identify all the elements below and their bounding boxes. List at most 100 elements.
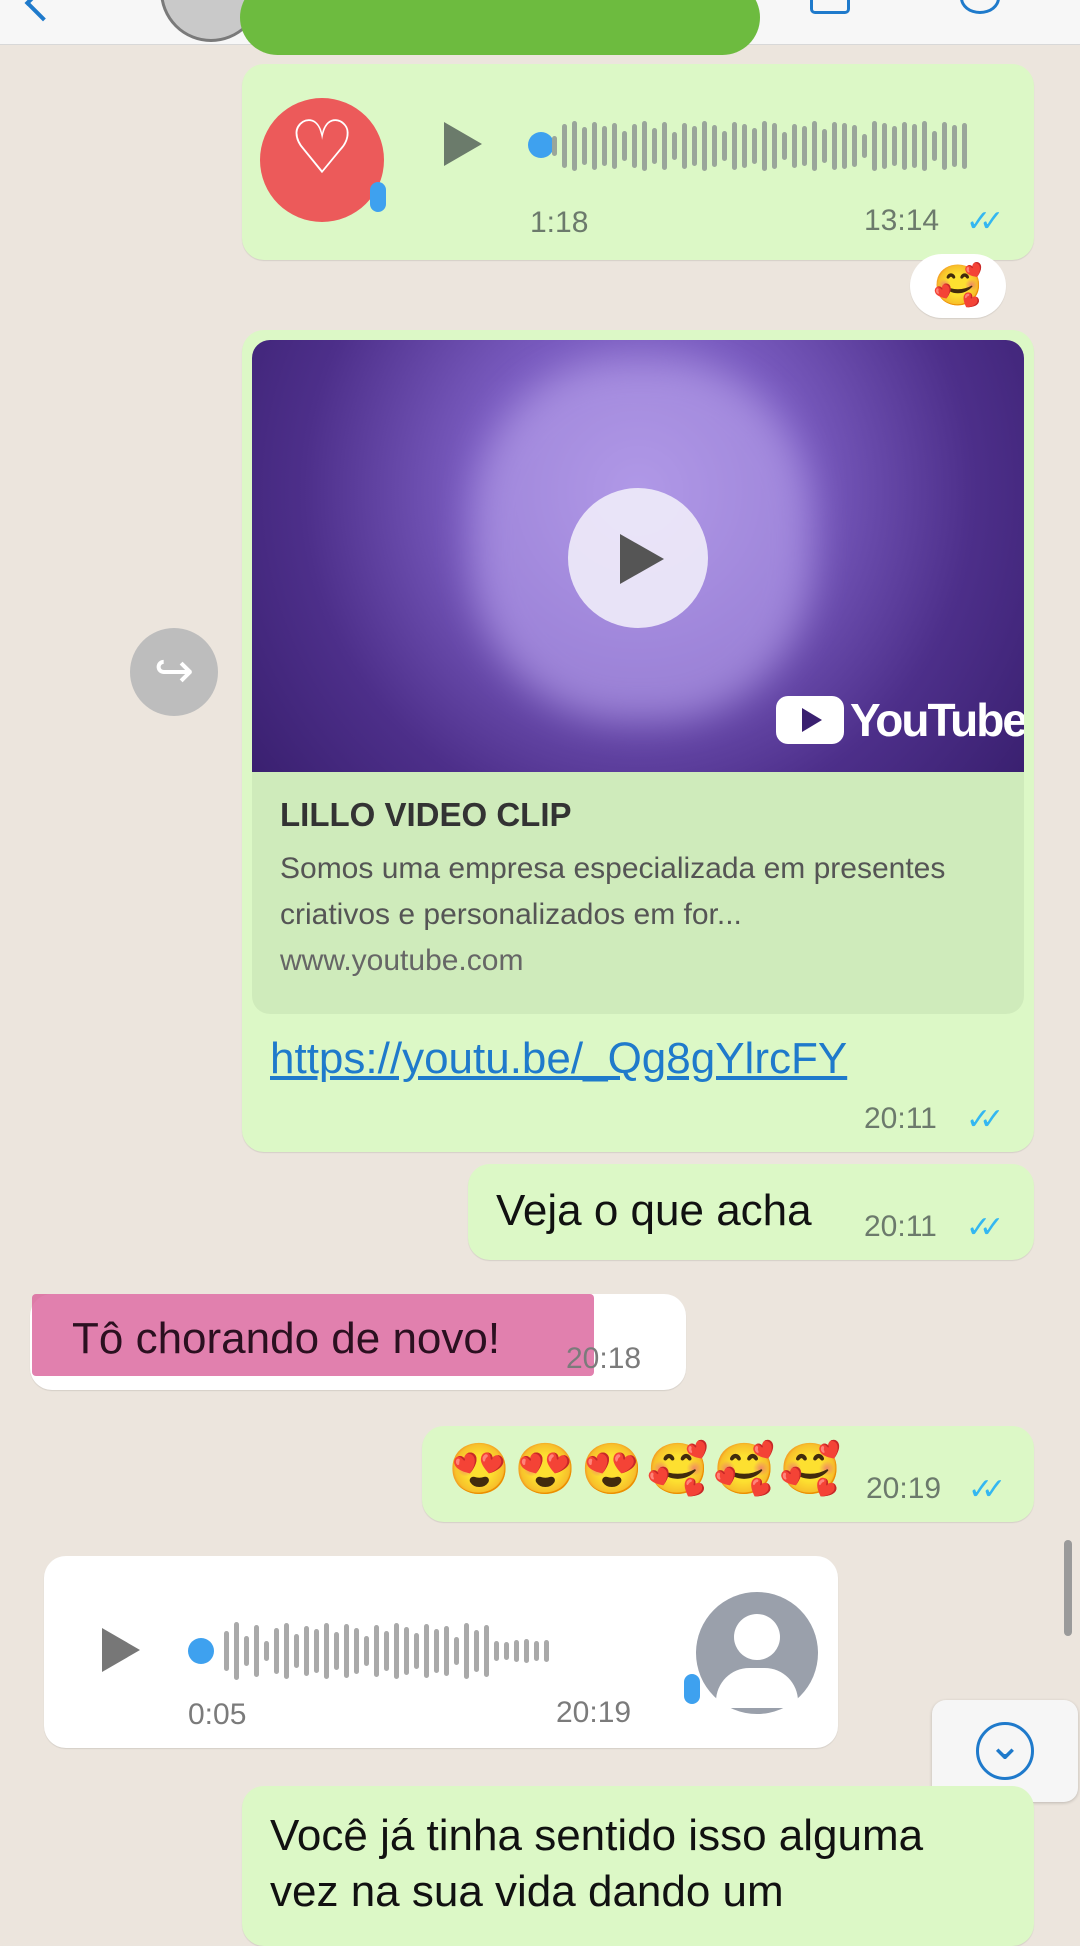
waveform-bar	[832, 122, 837, 170]
youtube-logo: YouTube	[776, 690, 1024, 750]
waveform-bar	[284, 1623, 289, 1679]
heart-music-icon: ♡	[288, 106, 356, 189]
waveform-bar	[662, 122, 667, 170]
waveform[interactable]	[552, 116, 1002, 176]
message-link[interactable]: https://youtu.be/_Qg8gYlrcFY	[270, 1034, 847, 1084]
waveform-bar	[962, 123, 967, 169]
message-time: 20:11	[864, 1210, 937, 1243]
reaction-badge[interactable]: 🥰	[910, 254, 1006, 318]
message-time: 20:11	[864, 1102, 937, 1135]
waveform-bar	[852, 125, 857, 167]
text-message-outgoing[interactable]: Você já tinha sentido isso alguma vez na…	[242, 1786, 1034, 1946]
video-thumbnail[interactable]: YouTube	[252, 340, 1024, 772]
waveform[interactable]	[224, 1620, 684, 1682]
forward-icon: ↪	[153, 645, 195, 698]
waveform-bar	[782, 132, 787, 160]
waveform-bar	[504, 1642, 509, 1660]
waveform-bar	[514, 1640, 519, 1662]
waveform-bar	[354, 1628, 359, 1674]
waveform-bar	[324, 1623, 329, 1679]
message-time: 13:14	[864, 204, 940, 237]
back-icon[interactable]	[24, 0, 62, 22]
waveform-bar	[652, 128, 657, 164]
emoji-message-outgoing[interactable]: 😍😍😍🥰🥰🥰 20:19 ✓✓	[422, 1426, 1034, 1522]
message-emojis: 😍😍😍🥰🥰🥰	[448, 1441, 846, 1497]
read-ticks-icon: ✓✓	[966, 205, 1004, 238]
read-ticks-icon: ✓✓	[966, 1211, 1004, 1244]
message-time: 20:19	[556, 1696, 632, 1729]
waveform-bar	[394, 1623, 399, 1679]
waveform-bar	[484, 1625, 489, 1677]
message-text: Você já tinha sentido isso alguma vez na…	[270, 1811, 924, 1916]
waveform-bar	[772, 123, 777, 169]
waveform-bar	[344, 1624, 349, 1678]
person-icon	[734, 1614, 780, 1660]
youtube-wordmark: YouTube	[850, 694, 1024, 746]
progress-knob[interactable]	[188, 1638, 214, 1664]
waveform-bar	[672, 132, 677, 160]
text-message-outgoing[interactable]: Veja o que acha 20:11 ✓✓	[468, 1164, 1034, 1260]
waveform-bar	[842, 123, 847, 169]
waveform-bar	[602, 126, 607, 166]
preview-title: LILLO VIDEO CLIP	[280, 796, 572, 833]
waveform-bar	[274, 1628, 279, 1674]
waveform-bar	[732, 122, 737, 170]
chat-header	[0, 0, 1080, 55]
waveform-bar	[682, 123, 687, 169]
video-play-button[interactable]	[568, 488, 708, 628]
waveform-bar	[872, 121, 877, 171]
waveform-bar	[582, 127, 587, 165]
play-icon[interactable]	[444, 122, 482, 166]
call-icon[interactable]	[960, 0, 1000, 14]
waveform-bar	[942, 122, 947, 170]
waveform-bar	[562, 124, 567, 168]
preview-description: Somos uma empresa especializada em prese…	[280, 852, 946, 931]
waveform-bar	[632, 124, 637, 168]
voice-message-incoming[interactable]: 0:05 20:19	[44, 1556, 838, 1748]
voice-duration: 1:18	[530, 206, 589, 239]
waveform-bar	[692, 126, 697, 166]
forward-button[interactable]: ↪	[130, 628, 218, 716]
waveform-bar	[752, 128, 757, 164]
waveform-bar	[224, 1631, 229, 1671]
text-message-incoming[interactable]: Tô chorando de novo! 20:18	[30, 1294, 686, 1390]
waveform-bar	[792, 124, 797, 168]
play-icon	[620, 534, 664, 584]
microphone-icon	[684, 1674, 700, 1704]
link-preview-message[interactable]: YouTube LILLO VIDEO CLIP Somos uma empre…	[242, 330, 1034, 1152]
waveform-bar	[712, 125, 717, 167]
link-preview-info[interactable]: LILLO VIDEO CLIP Somos uma empresa espec…	[252, 772, 1024, 1014]
voice-duration: 0:05	[188, 1698, 247, 1731]
chevron-down-icon: ⌄	[976, 1722, 1034, 1780]
sender-avatar: ♡	[260, 98, 384, 222]
waveform-bar	[264, 1641, 269, 1661]
waveform-bar	[612, 123, 617, 169]
video-call-icon[interactable]	[810, 0, 850, 14]
play-icon[interactable]	[102, 1628, 140, 1672]
waveform-bar	[434, 1629, 439, 1673]
waveform-bar	[822, 129, 827, 163]
waveform-bar	[244, 1636, 249, 1666]
waveform-bar	[544, 1640, 549, 1662]
waveform-bar	[404, 1627, 409, 1675]
waveform-bar	[722, 131, 727, 161]
progress-knob[interactable]	[528, 132, 554, 158]
microphone-icon	[370, 182, 386, 212]
sender-avatar	[696, 1592, 818, 1714]
waveform-bar	[642, 121, 647, 171]
message-text: Veja o que acha	[496, 1186, 812, 1235]
waveform-bar	[762, 121, 767, 171]
waveform-bar	[494, 1641, 499, 1661]
waveform-bar	[702, 121, 707, 171]
waveform-bar	[424, 1624, 429, 1678]
contact-name-redacted	[240, 0, 760, 55]
waveform-bar	[234, 1622, 239, 1680]
waveform-bar	[552, 136, 557, 156]
scrollbar[interactable]	[1064, 1540, 1072, 1636]
waveform-bar	[862, 134, 867, 158]
voice-message-outgoing[interactable]: ♡ 1:18 13:14 ✓✓	[242, 64, 1034, 260]
read-ticks-icon: ✓✓	[968, 1473, 1006, 1506]
message-text: Tô chorando de novo!	[72, 1314, 501, 1363]
waveform-bar	[334, 1632, 339, 1670]
waveform-bar	[922, 121, 927, 171]
